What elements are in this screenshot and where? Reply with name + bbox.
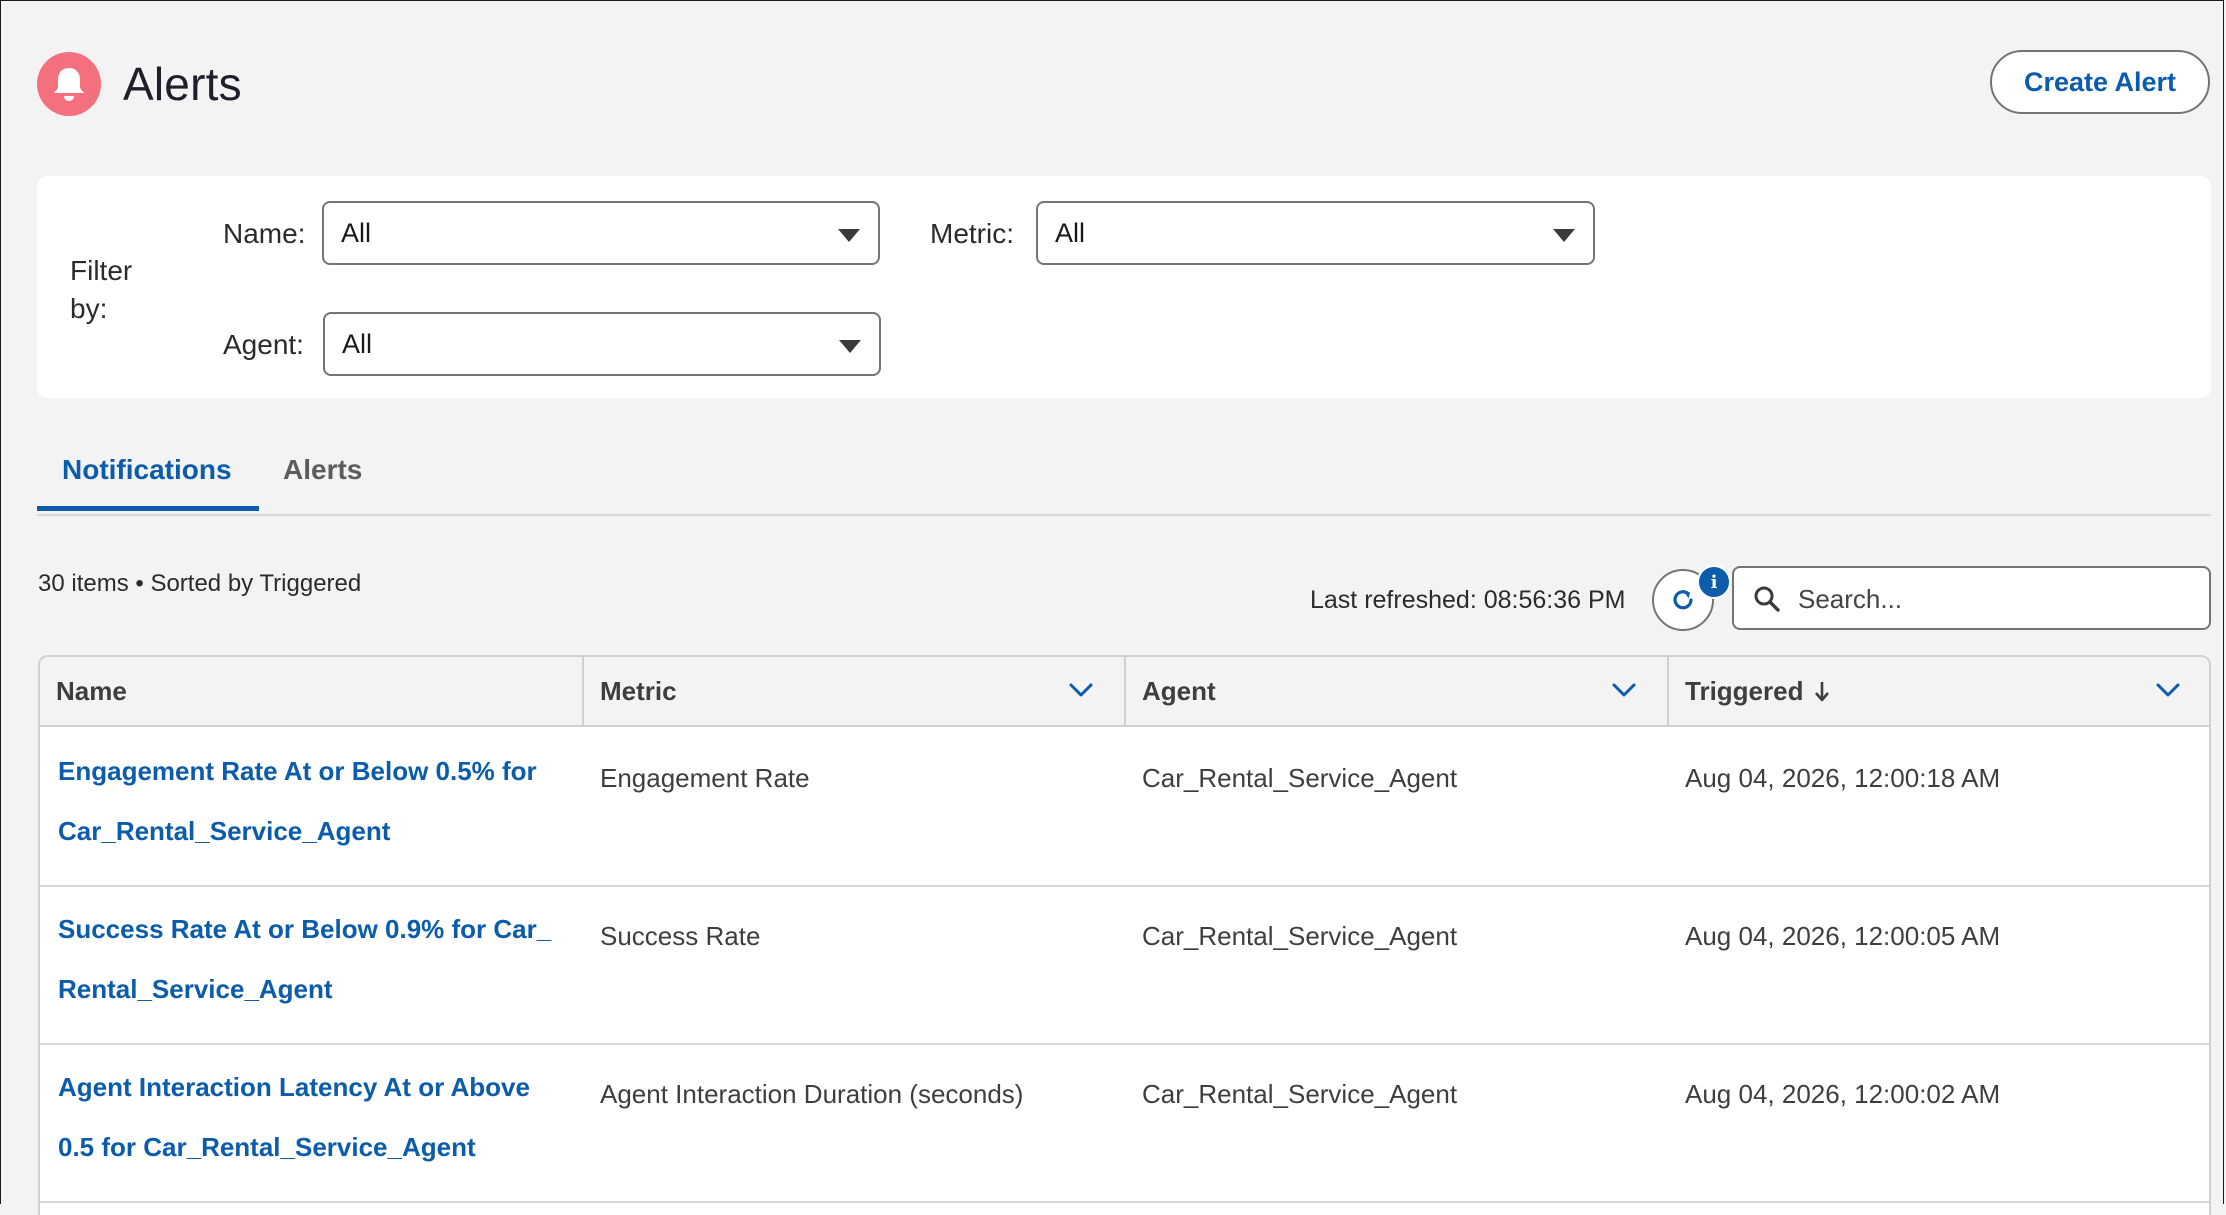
- name-filter-select[interactable]: All: [322, 201, 880, 265]
- create-alert-button[interactable]: Create Alert: [1990, 50, 2210, 114]
- table-row: Success Rate At or Below 0.9% for Car_ R…: [40, 885, 2209, 1045]
- triggered-cell: Aug 04, 2026, 12:00:02 AM: [1685, 1079, 2001, 1109]
- agent-filter-label: Agent:: [223, 329, 304, 360]
- triggered-cell: Aug 04, 2026, 12:00:18 AM: [1685, 763, 2001, 793]
- alert-name-link[interactable]: Agent Interaction Latency At or Above 0.…: [58, 1057, 578, 1177]
- search-input[interactable]: [1796, 578, 2200, 620]
- column-header-name[interactable]: Name: [40, 657, 582, 725]
- alert-name-link[interactable]: Engagement Rate At or Below 0.5% for Car…: [58, 741, 578, 861]
- page-title: Alerts: [123, 58, 242, 110]
- table-row: Engagement Rate At or Below 0.5% for Car…: [40, 727, 2209, 887]
- chevron-down-icon[interactable]: [1068, 681, 1094, 699]
- refresh-icon: [1673, 590, 1693, 610]
- agent-filter-select[interactable]: All: [323, 312, 881, 376]
- notifications-table: Name Metric Agent Triggered Engagement R…: [38, 655, 2211, 1215]
- metric-filter-select[interactable]: All: [1036, 201, 1595, 265]
- filter-by-label: Filter by:: [70, 255, 133, 324]
- tab-bar: Notifications Alerts: [37, 440, 2211, 516]
- active-tab-indicator: [37, 506, 259, 511]
- info-icon[interactable]: i: [1697, 565, 1731, 599]
- dropdown-caret-icon: [839, 340, 861, 353]
- metric-filter-label: Metric:: [930, 218, 1014, 249]
- table-header: Name Metric Agent Triggered: [40, 657, 2209, 727]
- items-count-info: 30 items • Sorted by Triggered: [38, 570, 362, 597]
- sort-descending-icon: [1815, 682, 1830, 702]
- tab-alerts[interactable]: Alerts: [283, 454, 362, 486]
- last-refreshed-text: Last refreshed: 08:56:36 PM: [1310, 586, 1626, 614]
- metric-cell: Agent Interaction Duration (seconds): [600, 1079, 1024, 1109]
- alert-name-link[interactable]: Success Rate At or Below 0.9% for Car_ R…: [58, 899, 578, 1019]
- agent-filter-value: All: [342, 328, 373, 359]
- agent-cell: Car_Rental_Service_Agent: [1142, 921, 1458, 951]
- column-header-agent[interactable]: Agent: [1124, 657, 1667, 725]
- metric-filter-value: All: [1055, 217, 1086, 248]
- search-field[interactable]: [1732, 566, 2211, 630]
- agent-cell: Car_Rental_Service_Agent: [1142, 763, 1458, 793]
- column-header-triggered[interactable]: Triggered: [1667, 657, 2209, 725]
- metric-cell: Success Rate: [600, 921, 761, 951]
- dropdown-caret-icon: [838, 229, 860, 242]
- triggered-cell: Aug 04, 2026, 12:00:05 AM: [1685, 921, 2001, 951]
- name-filter-label: Name:: [223, 218, 306, 249]
- metric-cell: Engagement Rate: [600, 763, 810, 793]
- agent-cell: Car_Rental_Service_Agent: [1142, 1079, 1458, 1109]
- column-header-metric[interactable]: Metric: [582, 657, 1124, 725]
- filter-panel: Filter by: Name: All Metric: All Agent: …: [37, 176, 2211, 398]
- page-header: Alerts: [37, 52, 242, 116]
- table-row: Agent Interaction Latency At or Above 0.…: [40, 1043, 2209, 1203]
- dropdown-caret-icon: [1553, 229, 1575, 242]
- tab-notifications[interactable]: Notifications: [62, 454, 232, 486]
- chevron-down-icon[interactable]: [1611, 681, 1637, 699]
- name-filter-value: All: [341, 217, 372, 248]
- chevron-down-icon[interactable]: [2155, 681, 2181, 699]
- bell-icon: [37, 52, 101, 116]
- search-icon: [1754, 586, 1780, 612]
